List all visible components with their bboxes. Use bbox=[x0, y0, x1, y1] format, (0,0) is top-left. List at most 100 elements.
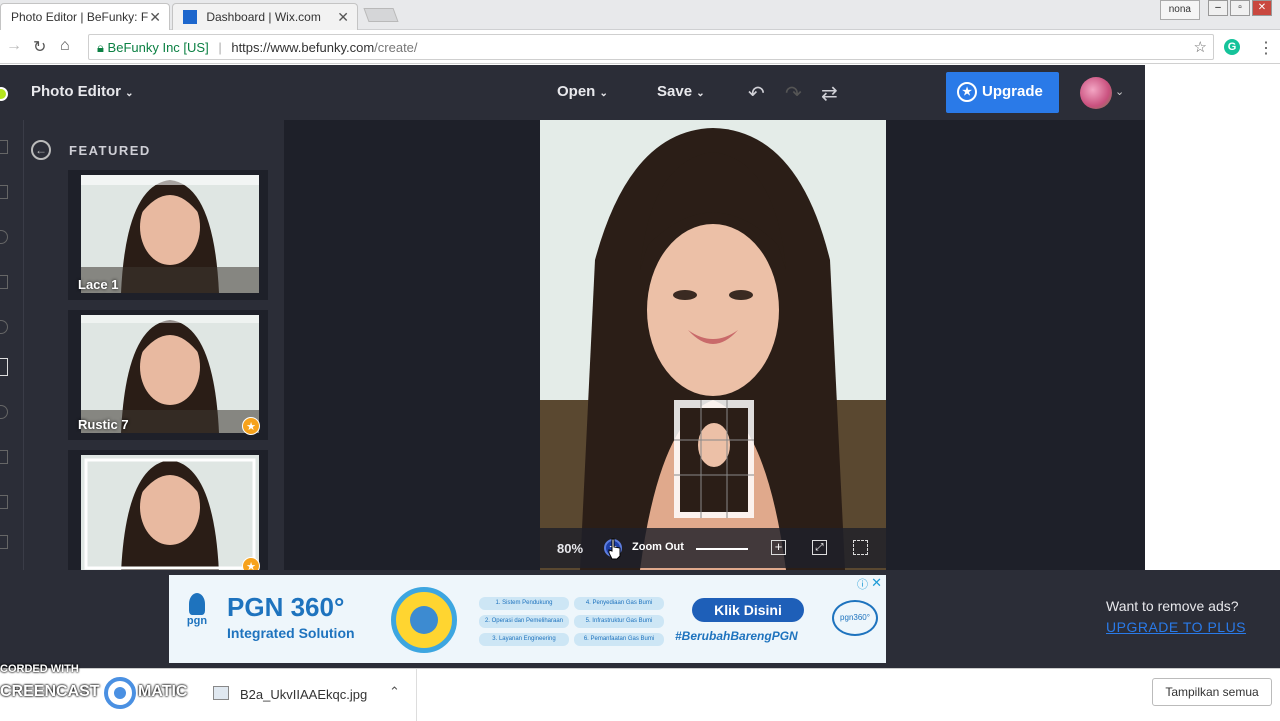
lock-icon: 🔒︎ bbox=[97, 40, 104, 55]
menu-dots-icon[interactable]: ⋮ bbox=[1258, 38, 1274, 58]
browser-toolbar: → ↻ ⌂ 🔒︎ BeFunky Inc [US] | https://www.… bbox=[0, 30, 1280, 64]
maximize-icon[interactable]: ▫ bbox=[1230, 0, 1250, 16]
frame-thumbnail bbox=[81, 315, 259, 433]
chevron-down-icon: ⌄ bbox=[599, 88, 608, 99]
service-item: 4. Penyediaan Gas Bumi bbox=[574, 597, 664, 610]
artsy-tool-icon[interactable] bbox=[0, 275, 8, 289]
bookmark-star-icon[interactable]: ☆ bbox=[1194, 38, 1207, 56]
premium-star-icon: ★ bbox=[242, 557, 260, 570]
undo-icon[interactable]: ↶ bbox=[748, 81, 765, 106]
frames-tool-icon[interactable] bbox=[0, 358, 8, 376]
frame-label: Lace 1 bbox=[78, 277, 119, 292]
list-item[interactable]: ★ bbox=[68, 450, 268, 570]
app-title-menu[interactable]: Photo Editor ⌄ bbox=[31, 83, 134, 100]
textures-tool-icon[interactable] bbox=[0, 450, 8, 464]
expand-icon[interactable]: ⤢ bbox=[812, 540, 827, 555]
show-all-downloads-button[interactable]: Tampilkan semua bbox=[1152, 678, 1272, 706]
edit-tool-icon[interactable] bbox=[0, 140, 8, 154]
text-tool-icon[interactable] bbox=[0, 495, 8, 509]
download-item[interactable]: B2a_UkvIIAAEkqc.jpg ⌃ bbox=[203, 669, 417, 721]
overlays-tool-icon[interactable] bbox=[0, 320, 8, 334]
star-icon: ★ bbox=[957, 82, 977, 102]
chevron-up-icon[interactable]: ⌃ bbox=[389, 684, 400, 700]
address-bar[interactable]: 🔒︎ BeFunky Inc [US] | https://www.befunk… bbox=[88, 34, 1214, 60]
graphics-tool-icon[interactable] bbox=[0, 405, 8, 419]
new-tab-button[interactable] bbox=[363, 8, 399, 22]
ad-banner[interactable]: pgn PGN 360° Integrated Solution 1. Sist… bbox=[169, 575, 886, 663]
chevron-down-icon: ⌄ bbox=[696, 88, 705, 99]
zoom-tooltip: Zoom Out bbox=[632, 541, 684, 553]
browser-tab-strip: Photo Editor | BeFunky: F ✕ Dashboard | … bbox=[0, 0, 1280, 30]
grammarly-icon[interactable]: G bbox=[1224, 39, 1240, 55]
effects-tool-icon[interactable] bbox=[0, 230, 8, 244]
befunky-logo-icon[interactable] bbox=[0, 87, 8, 101]
zoom-toolbar: 80% − Zoom Out + ⤢ bbox=[540, 528, 886, 568]
service-item: 2. Operasi dan Pemeliharaan bbox=[479, 615, 569, 628]
reload-icon[interactable]: ↻ bbox=[33, 37, 46, 57]
tab-wix-dashboard[interactable]: Dashboard | Wix.com ✕ bbox=[172, 3, 358, 30]
open-button[interactable]: Open ⌄ bbox=[557, 83, 608, 100]
close-icon[interactable]: ✕ bbox=[337, 9, 349, 26]
service-wheel-icon bbox=[391, 587, 457, 653]
zoom-slider[interactable] bbox=[696, 548, 748, 550]
avatar[interactable] bbox=[1080, 77, 1112, 109]
upgrade-to-plus-link[interactable]: UPGRADE TO PLUS bbox=[1106, 619, 1246, 635]
adchoices-icon[interactable]: ⓘ bbox=[857, 576, 868, 592]
zoom-percent: 80% bbox=[557, 541, 584, 556]
upgrade-button[interactable]: ★ Upgrade bbox=[946, 72, 1059, 113]
profile-name[interactable]: nona bbox=[1159, 0, 1200, 20]
url-host: https://www.befunky.com bbox=[231, 40, 375, 55]
service-item: 5. Infrastruktur Gas Bumi bbox=[574, 615, 664, 628]
tool-rail bbox=[0, 120, 24, 570]
ad-strip: pgn PGN 360° Integrated Solution 1. Sist… bbox=[0, 570, 1280, 668]
close-ad-icon[interactable]: ✕ bbox=[871, 575, 882, 591]
remove-ads-text: Want to remove ads? bbox=[1106, 598, 1239, 614]
frame-label: Rustic 7 bbox=[78, 417, 129, 432]
service-item: 3. Layanan Engineering bbox=[479, 633, 569, 646]
tab-photo-editor[interactable]: Photo Editor | BeFunky: F ✕ bbox=[0, 3, 170, 30]
screencast-logo-icon bbox=[104, 677, 136, 709]
download-filename: B2a_UkvIIAAEkqc.jpg bbox=[240, 687, 368, 702]
befunky-app: Photo Editor ⌄ Open ⌄ Save ⌄ ↶ ↷ ⇄ ★ Upg… bbox=[0, 65, 1145, 620]
photo[interactable] bbox=[540, 120, 886, 570]
panel-heading: FEATURED bbox=[69, 143, 151, 158]
ad-title: PGN 360° bbox=[227, 592, 345, 622]
frame-thumbnail bbox=[81, 455, 259, 570]
ad-subtitle: Integrated Solution bbox=[227, 625, 355, 641]
frame-thumbnail bbox=[81, 175, 259, 293]
chevron-down-icon[interactable]: ⌄ bbox=[1115, 85, 1124, 98]
chevron-down-icon: ⌄ bbox=[125, 88, 134, 99]
image-file-icon bbox=[213, 686, 229, 700]
list-item[interactable]: Rustic 7 ★ bbox=[68, 310, 268, 440]
back-arrow-icon[interactable]: ← bbox=[31, 140, 51, 160]
ad-hashtag: #BerubahBarengPGN bbox=[675, 629, 798, 643]
page-margin bbox=[1145, 65, 1280, 570]
divider: | bbox=[218, 40, 222, 55]
ad-cta-button[interactable]: Klik Disini bbox=[692, 598, 804, 622]
redo-icon[interactable]: ↷ bbox=[785, 81, 802, 106]
pgn360-badge: pgn360° bbox=[832, 600, 878, 636]
touch-up-tool-icon[interactable] bbox=[0, 185, 8, 199]
url-path: /create/ bbox=[374, 40, 418, 55]
home-icon[interactable]: ⌂ bbox=[60, 37, 70, 55]
flame-icon bbox=[189, 593, 205, 615]
window-controls: nona – ▫ ✕ bbox=[1159, 0, 1272, 20]
save-button[interactable]: Save ⌄ bbox=[657, 83, 705, 100]
tab-title: Photo Editor | BeFunky: F bbox=[11, 10, 149, 24]
hand-cursor-icon bbox=[608, 538, 621, 560]
pgn-logo: pgn bbox=[179, 593, 215, 637]
frame-list: Lace 1 Rustic 7 ★ ★ bbox=[68, 170, 268, 570]
screencast-watermark: CORDED WITH CREENCAST MATIC bbox=[0, 663, 200, 721]
fit-screen-icon[interactable] bbox=[853, 540, 868, 555]
zoom-in-button[interactable]: + bbox=[771, 540, 786, 555]
service-item: 1. Sistem Pendukung bbox=[479, 597, 569, 610]
wix-favicon-icon bbox=[183, 10, 197, 24]
forward-arrow-icon[interactable]: → bbox=[6, 37, 22, 55]
compare-icon[interactable]: ⇄ bbox=[821, 81, 838, 106]
close-window-icon[interactable]: ✕ bbox=[1252, 0, 1272, 16]
minimize-icon[interactable]: – bbox=[1208, 0, 1228, 16]
frames-panel: ← FEATURED Lace 1 Rustic 7 ★ ★ bbox=[24, 120, 303, 620]
layers-tool-icon[interactable] bbox=[0, 535, 8, 549]
close-icon[interactable]: ✕ bbox=[149, 9, 161, 26]
list-item[interactable]: Lace 1 bbox=[68, 170, 268, 300]
